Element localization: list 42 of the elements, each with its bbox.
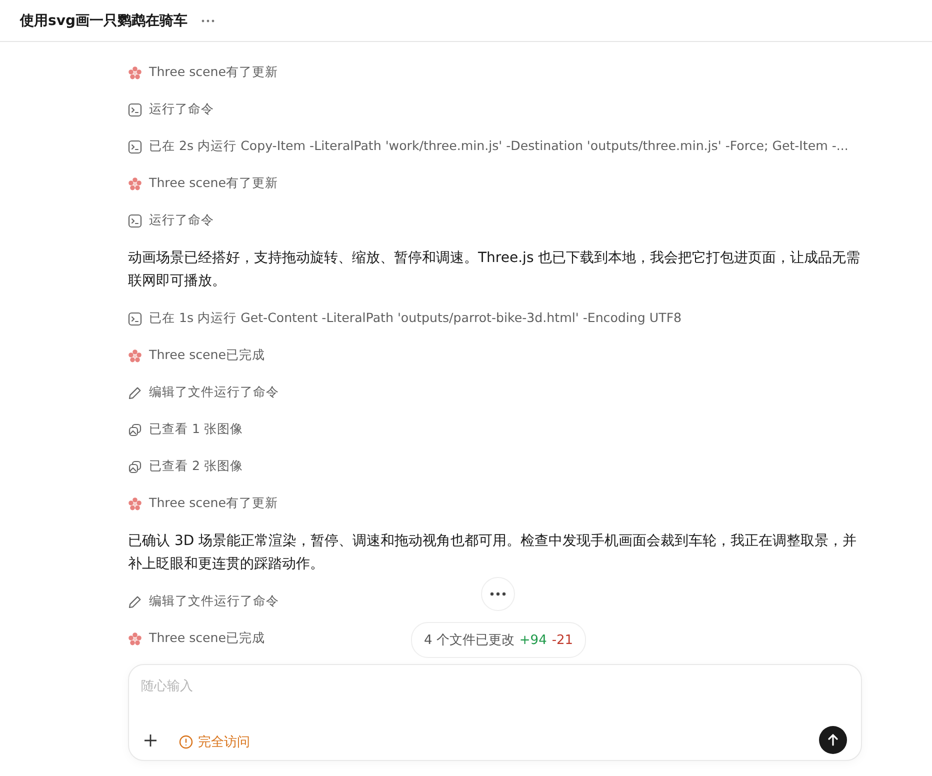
changed-files-label: 4 个文件已更改 <box>424 632 514 649</box>
flower-icon <box>128 176 142 190</box>
activity-item[interactable]: 编辑了文件运行了命令 <box>149 384 279 401</box>
more-button[interactable] <box>481 577 515 611</box>
send-button[interactable] <box>819 726 847 754</box>
activity-item[interactable]: 已查看 2 张图像 <box>149 458 244 475</box>
activity-item[interactable]: Three scene已完成 <box>149 630 266 647</box>
activity-item[interactable]: 已在 1s 内运行 Get-Content -LiteralPath 'outputs/parrot-bike-3d.html' -Encoding UTF8 <box>149 310 682 327</box>
images-icon <box>128 422 142 436</box>
activity-item[interactable]: Three scene有了更新 <box>149 64 278 81</box>
warning-icon <box>179 735 193 749</box>
pencil-icon <box>128 594 142 608</box>
activity-item[interactable]: 运行了命令 <box>149 212 214 229</box>
terminal-icon <box>128 312 142 326</box>
removed-lines-count: -21 <box>552 632 574 648</box>
changed-files-button[interactable]: 4 个文件已更改 +94 -21 <box>411 622 586 658</box>
flower-icon <box>128 496 142 510</box>
chat-title: 使用svg画一只鹦鹉在骑车 <box>20 12 188 30</box>
terminal-icon <box>128 140 142 154</box>
terminal-icon <box>128 214 142 228</box>
activity-item[interactable]: 运行了命令 <box>149 101 214 118</box>
arrow-up-icon <box>826 733 840 747</box>
pencil-icon <box>128 386 142 400</box>
activity-item[interactable]: 已查看 1 张图像 <box>149 421 244 438</box>
more-icon[interactable] <box>201 18 216 22</box>
assistant-message: 动画场景已经搭好，支持拖动旋转、缩放、暂停和调速。Three.js 也已下载到本地，我会把它打包进页面，让成品无需联网即可播放。 <box>128 249 862 290</box>
plus-icon[interactable] <box>143 733 158 748</box>
more-icon <box>490 592 506 596</box>
activity-item[interactable]: Three scene有了更新 <box>149 495 278 512</box>
activity-item[interactable]: 已在 2s 内运行 Copy-Item -LiteralPath 'work/three.min.js' -Destination 'outputs/three.min.js' -Force; Get-Item -... <box>149 138 848 155</box>
access-button[interactable]: 完全访问 <box>177 731 252 753</box>
flower-icon <box>128 348 142 362</box>
added-lines-count: +94 <box>519 632 547 648</box>
assistant-message: 已确认 3D 场景能正常渲染，暂停、调速和拖动视角也都可用。检查中发现手机画面会裁到车轮，我正在调整取景，并补上眨眼和更连贯的踩踏动作。 <box>128 532 858 574</box>
activity-item[interactable]: 编辑了文件运行了命令 <box>149 593 279 610</box>
terminal-icon <box>128 102 142 116</box>
message-input[interactable]: 随心输入 <box>141 679 541 694</box>
flower-icon <box>128 632 142 646</box>
activity-item[interactable]: Three scene已完成 <box>149 347 266 364</box>
flower-icon <box>128 66 142 80</box>
activity-item[interactable]: Three scene有了更新 <box>149 175 278 192</box>
images-icon <box>128 460 142 474</box>
